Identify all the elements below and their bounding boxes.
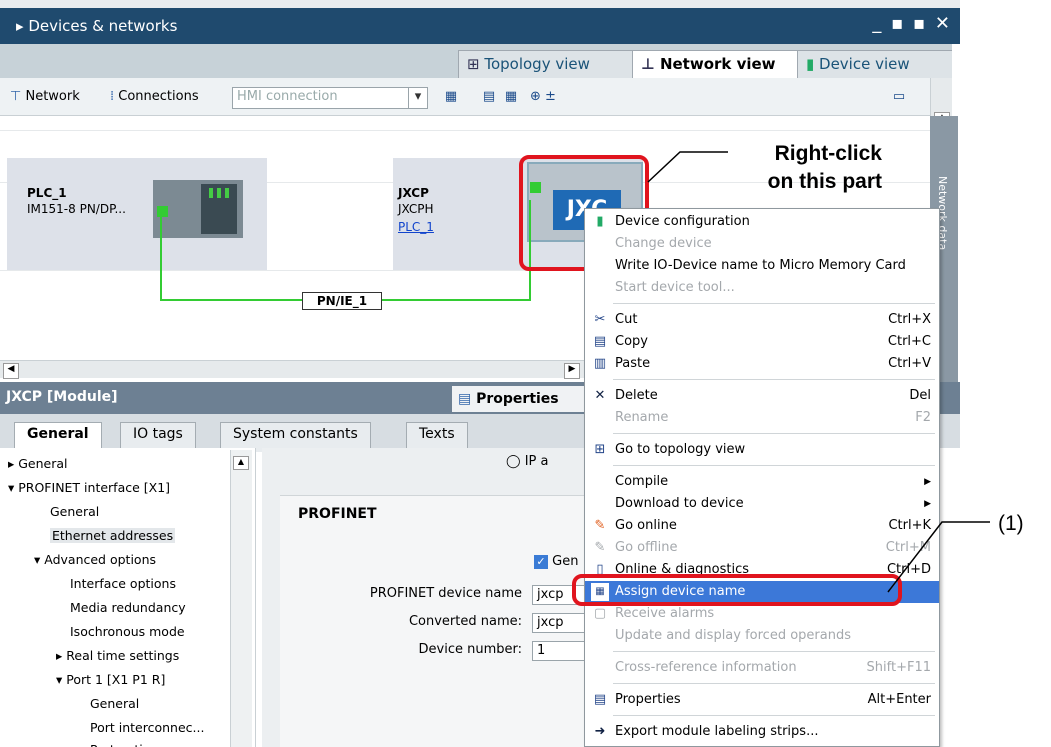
go-offline-icon: ✎: [594, 540, 606, 555]
tree-item-interface-options[interactable]: Interface options: [70, 576, 176, 591]
menu-item-compile[interactable]: Compile ▶: [585, 471, 939, 493]
menu-item-device-configuration[interactable]: ▮ Device configuration: [585, 211, 939, 233]
network-button[interactable]: ⊤ Network: [10, 86, 80, 108]
side-strip: [952, 44, 1051, 744]
tree-item-port-general[interactable]: General: [90, 696, 139, 711]
menu-item-topology-view[interactable]: ⊞ Go to topology view: [585, 439, 939, 461]
tree-item-advanced-options[interactable]: ▾ Advanced options: [34, 552, 156, 567]
menu-item-start-device-tool[interactable]: Start device tool...: [585, 277, 939, 299]
tree-item-general[interactable]: ▸ General: [8, 456, 68, 471]
property-tree: ▸ General ▾ PROFINET interface [X1] Gene…: [0, 448, 256, 747]
menu-item-cross-reference[interactable]: Cross-reference information Shift+F11: [585, 657, 939, 679]
device-view-icon: ▮: [806, 55, 820, 73]
network-icon: ⊥: [641, 55, 660, 73]
highlight-box: [572, 574, 902, 606]
field-label: Converted name:: [408, 614, 522, 629]
delete-icon: ✕: [594, 388, 606, 403]
inspector-title: JXCP [Module]: [6, 389, 118, 405]
menu-item-go-online[interactable]: ✎ Go online Ctrl+K: [585, 515, 939, 537]
tree-item-media-redundancy[interactable]: Media redundancy: [70, 600, 186, 615]
topology-icon: ⊞: [594, 442, 606, 457]
scissors-icon: ✂: [594, 312, 606, 327]
menu-item-go-offline[interactable]: ✎ Go offline Ctrl+M: [585, 537, 939, 559]
tree-item-profinet-interface[interactable]: ▾ PROFINET interface [X1]: [8, 480, 170, 495]
tree-item-general-sub[interactable]: General: [50, 504, 99, 519]
device-number-field[interactable]: 1: [532, 641, 592, 661]
network-overview-icon[interactable]: ▤: [480, 88, 498, 106]
field-label: PROFINET device name: [369, 586, 522, 601]
menu-item-receive-alarms[interactable]: ▢ Receive alarms: [585, 603, 939, 625]
scroll-right-icon[interactable]: ▶: [564, 363, 580, 379]
canvas-horizontal-scrollbar[interactable]: ◀ ▶: [0, 360, 585, 379]
submenu-arrow-icon: ▶: [924, 477, 931, 487]
view-tab-bar: ⊞ Topology view ⊥ Network view ▮ Device …: [0, 44, 969, 83]
network-mode-icon: ⊤: [10, 89, 26, 104]
scroll-up-icon[interactable]: ▲: [233, 456, 249, 470]
menu-item-update-forced[interactable]: Update and display forced operands: [585, 625, 939, 647]
menu-item-download[interactable]: Download to device ▶: [585, 493, 939, 515]
menu-item-write-device-name[interactable]: Write IO-Device name to Micro Memory Car…: [585, 255, 939, 277]
network-toolbar: ⊤ Network ⁞ Connections HMI connection ▾…: [0, 78, 930, 116]
callout-marker: (1): [998, 512, 1024, 535]
ip-radio[interactable]: ◯ IP a: [506, 454, 548, 469]
top-strip: [0, 0, 960, 8]
properties-icon: ▤: [458, 391, 477, 407]
panel-toggle-icon[interactable]: ▭: [890, 88, 908, 106]
tree-item-port-interconnection[interactable]: Port interconnec...: [90, 720, 204, 735]
go-online-icon: ✎: [594, 518, 606, 533]
device-config-icon: ▮: [596, 214, 604, 229]
properties-icon: ▤: [593, 692, 607, 707]
table-icon[interactable]: ▦: [502, 88, 520, 106]
field-label: Device number:: [418, 642, 522, 657]
menu-item-change-device[interactable]: Change device: [585, 233, 939, 255]
menu-item-delete[interactable]: ✕ Delete Del: [585, 385, 939, 407]
connections-button[interactable]: ⁞ Connections: [110, 86, 199, 108]
network-label[interactable]: PN/IE_1: [302, 292, 382, 310]
menu-item-cut[interactable]: ✂ Cut Ctrl+X: [585, 309, 939, 331]
section-title: PROFINET: [298, 506, 377, 522]
scroll-left-icon[interactable]: ◀: [3, 363, 19, 379]
editor-title: ▸ Devices & networks: [16, 17, 178, 35]
tree-item-port-options[interactable]: Port options: [90, 742, 165, 747]
assign-name-icon[interactable]: ▦: [442, 88, 460, 106]
callout-text: Right-click on this part: [767, 142, 882, 193]
export-arrow-icon: ➜: [594, 724, 606, 739]
alarm-icon: ▢: [593, 606, 607, 621]
tree-item-port-1[interactable]: ▾ Port 1 [X1 P1 R]: [56, 672, 165, 687]
menu-item-export-labels[interactable]: ➜ Export module labeling strips...: [585, 721, 939, 743]
submenu-arrow-icon: ▶: [924, 499, 931, 509]
menu-item-rename[interactable]: Rename F2: [585, 407, 939, 429]
copy-icon: ▤: [593, 334, 607, 349]
zoom-button[interactable]: ⊕ ±: [530, 86, 556, 108]
chevron-down-icon[interactable]: ▾: [408, 87, 428, 109]
menu-item-properties[interactable]: ▤ Properties Alt+Enter: [585, 689, 939, 711]
tree-item-ethernet-addresses[interactable]: Ethernet addresses: [50, 528, 176, 543]
topology-icon: ⊞: [467, 55, 485, 73]
menu-item-copy[interactable]: ▤ Copy Ctrl+C: [585, 331, 939, 353]
editor-title-bar[interactable]: ▸ Devices & networks _ ▪ ▪ ✕: [0, 8, 960, 44]
tree-scrollbar[interactable]: ▲: [230, 450, 252, 747]
connection-type-select[interactable]: HMI connection: [232, 87, 414, 109]
context-menu: ▮ Device configuration Change device Writ…: [584, 208, 940, 747]
properties-tab[interactable]: ▤ Properties: [452, 386, 590, 412]
profinet-section: PROFINET ✓ Gen PROFINET device name jxcp…: [280, 495, 592, 747]
converted-name-field[interactable]: jxcp: [532, 613, 592, 633]
menu-item-paste[interactable]: ▥ Paste Ctrl+V: [585, 353, 939, 375]
tree-item-real-time-settings[interactable]: ▸ Real time settings: [56, 648, 179, 663]
generate-checkbox[interactable]: ✓ Gen: [534, 554, 578, 569]
window-controls[interactable]: _ ▪ ▪ ✕: [872, 13, 952, 34]
paste-icon: ▥: [593, 356, 607, 371]
tree-item-isochronous-mode[interactable]: Isochronous mode: [70, 624, 185, 639]
